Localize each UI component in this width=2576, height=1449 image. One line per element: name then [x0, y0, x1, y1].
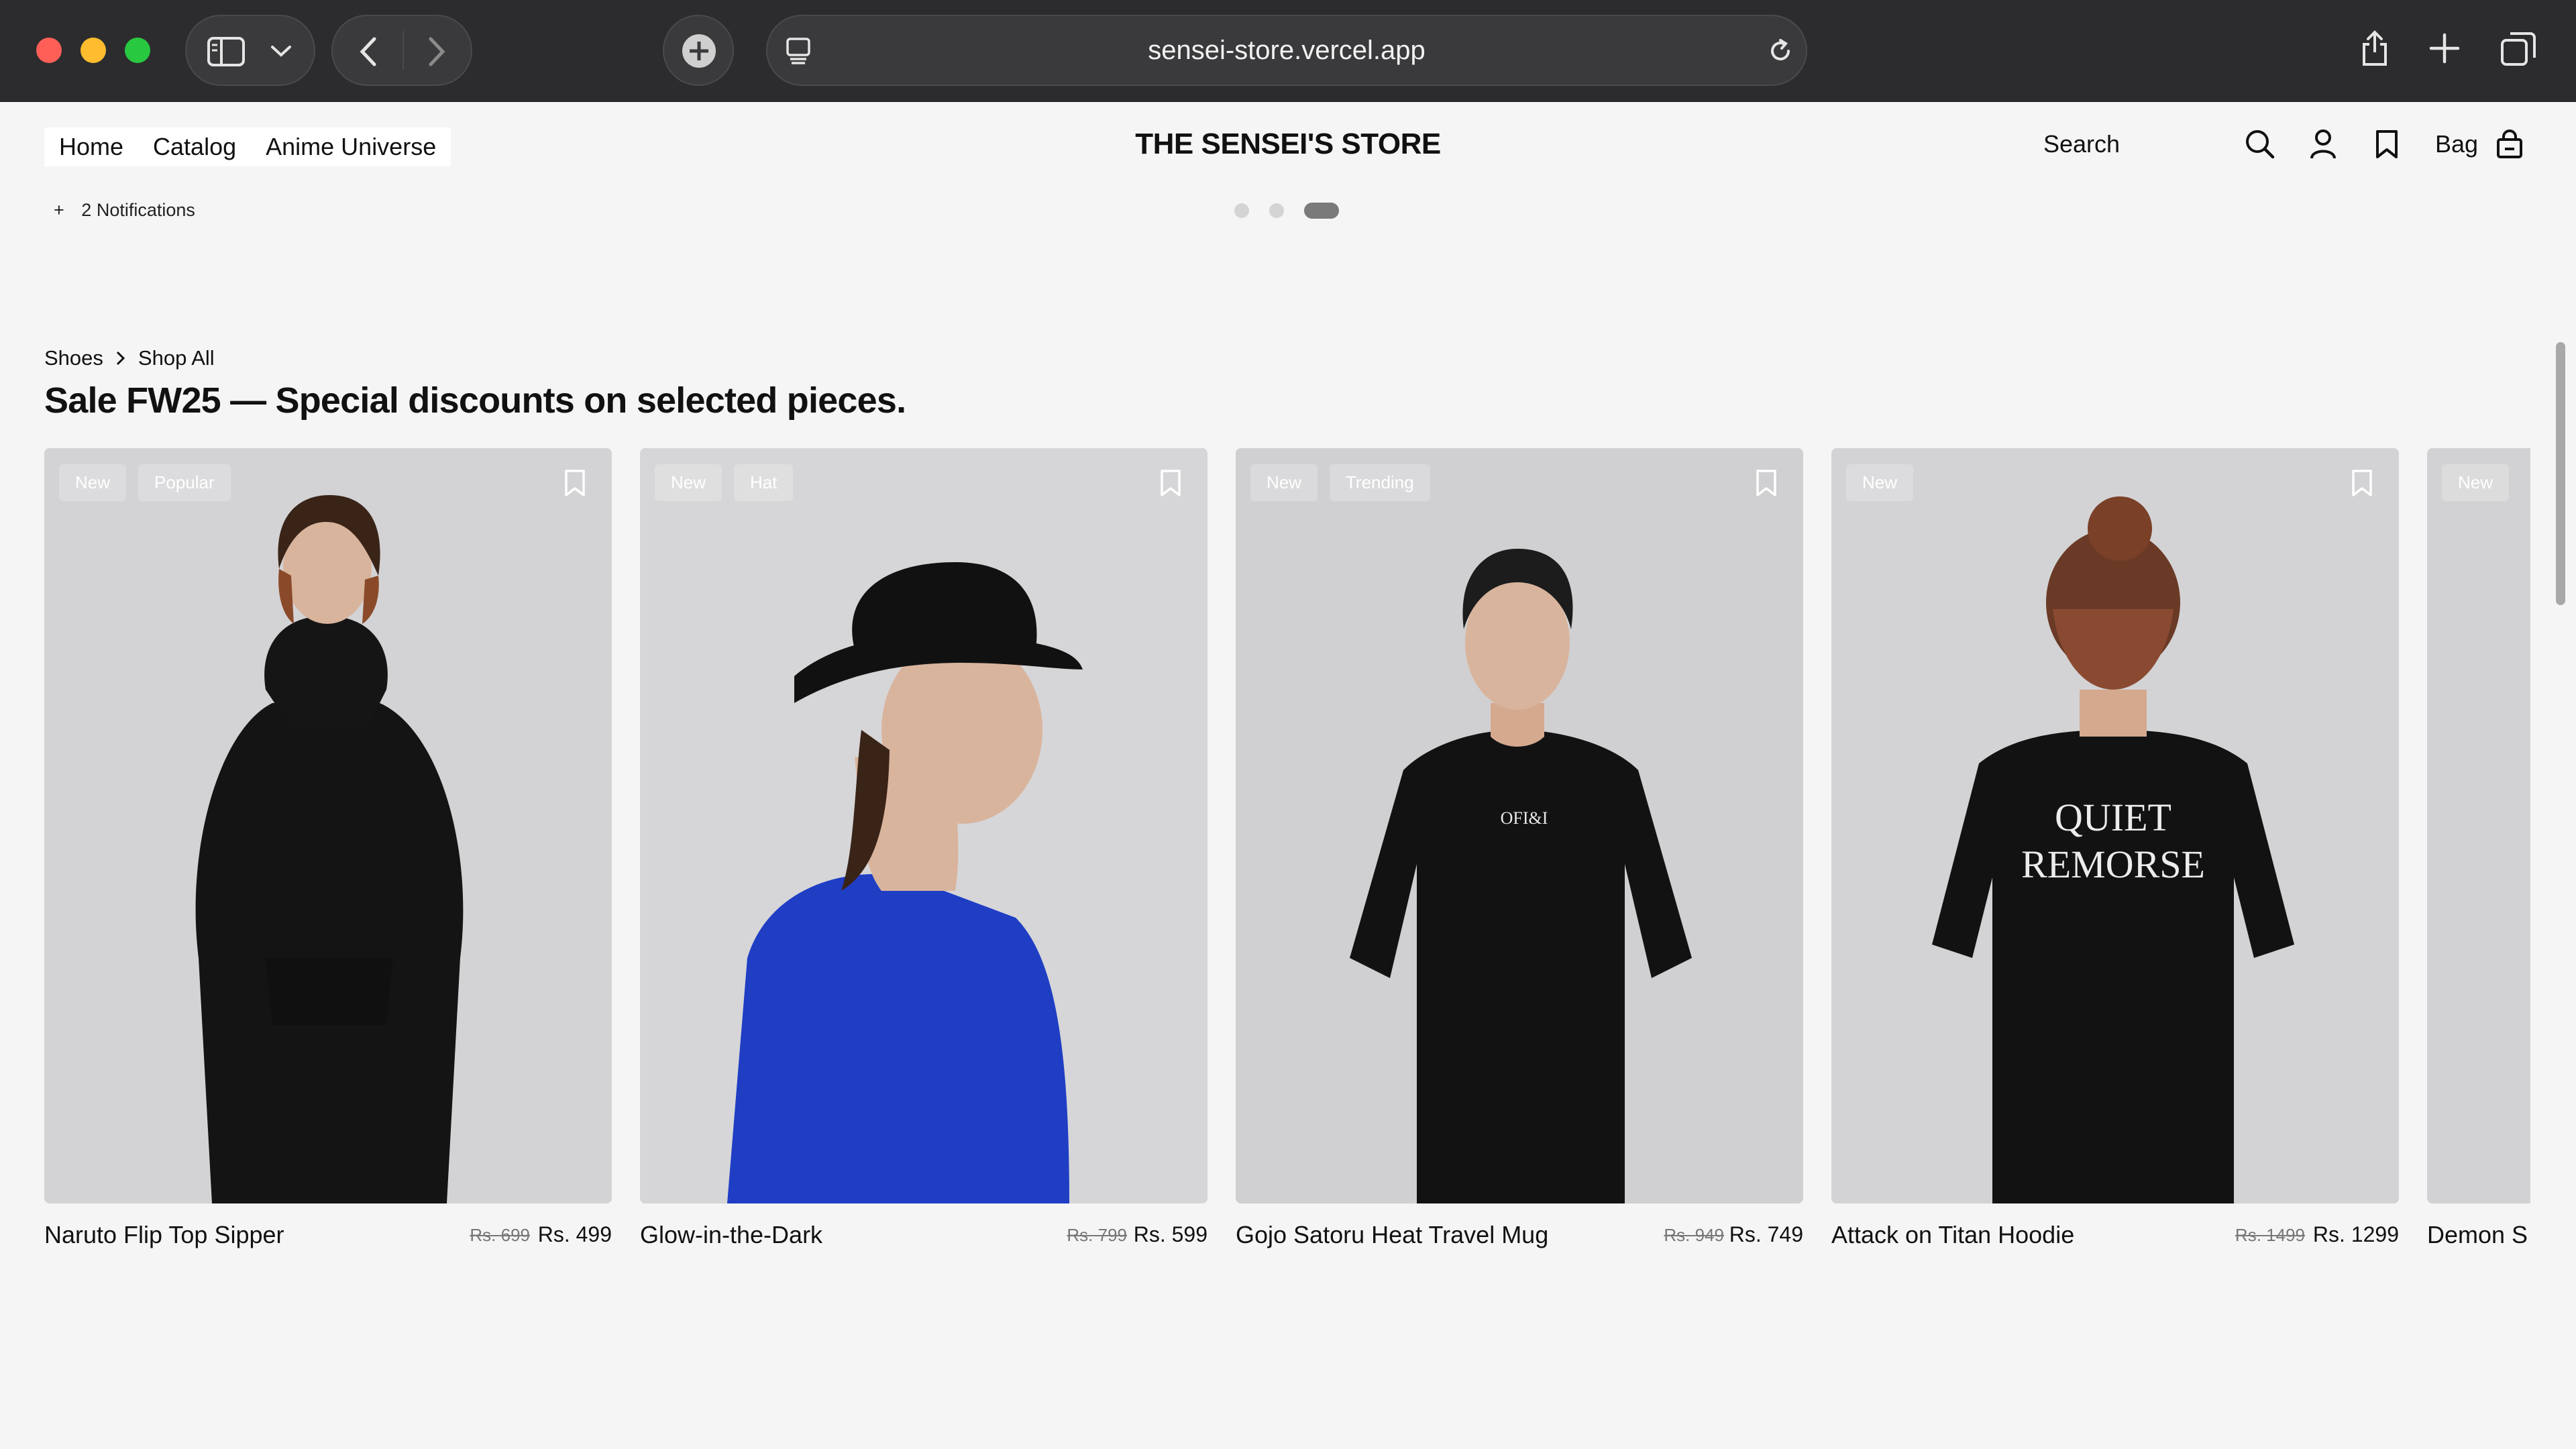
- product-old-price: Rs. 949: [1664, 1225, 1724, 1245]
- carousel-indicators: [1234, 203, 1339, 219]
- product-name[interactable]: Naruto Flip Top Sipper: [44, 1221, 284, 1249]
- product-info: Attack on Titan Hoodie Rs. 1499 Rs. 1299: [1831, 1203, 2399, 1257]
- minimize-window-button[interactable]: [80, 38, 106, 63]
- product-old-price: Rs. 1499: [2235, 1225, 2305, 1245]
- breadcrumb-shop-all[interactable]: Shop All: [138, 346, 215, 370]
- plus-icon: +: [54, 200, 64, 220]
- browser-toolbar: sensei-store.vercel.app: [0, 0, 2576, 102]
- bookmark-icon[interactable]: [2351, 468, 2373, 498]
- tab-overview-icon[interactable]: [2500, 31, 2537, 67]
- product-card[interactable]: New Hat Glow-in-the-Dark Rs. 799 Rs. 599: [640, 448, 1208, 1257]
- hat-model-photo: [640, 448, 1208, 1203]
- product-carousel: New Popular Naruto Flip Top Sipper Rs. 6…: [0, 448, 2530, 1267]
- notifications-toggle[interactable]: + 2 Notifications: [54, 200, 195, 221]
- user-icon[interactable]: [2309, 129, 2337, 160]
- new-tab-icon[interactable]: [2428, 32, 2461, 64]
- badge: Trending: [1330, 464, 1430, 501]
- product-badges: New Popular: [59, 464, 243, 501]
- bag-icon: [2497, 129, 2522, 158]
- badge: Popular: [138, 464, 231, 501]
- page-title: Sale FW25 — Special discounts on selecte…: [44, 380, 906, 421]
- product-name[interactable]: Gojo Satoru Heat Travel Mug: [1236, 1221, 1548, 1249]
- product-card[interactable]: New Popular Naruto Flip Top Sipper Rs. 6…: [44, 448, 612, 1257]
- carousel-dot-2[interactable]: [1269, 203, 1284, 218]
- product-card[interactable]: OFI&I New Trending Gojo Satoru Heat Trav…: [1236, 448, 1803, 1257]
- notifications-label: 2 Notifications: [81, 200, 195, 220]
- product-name[interactable]: Attack on Titan Hoodie: [1831, 1221, 2074, 1249]
- sidebar-icon: [207, 37, 245, 66]
- bookmark-icon[interactable]: [1755, 468, 1778, 498]
- product-card[interactable]: QUIET REMORSE New Attack on Titan Hoodie…: [1831, 448, 2399, 1257]
- tshirt-model-photo: OFI&I: [1236, 448, 1803, 1203]
- share-icon[interactable]: [2359, 30, 2391, 67]
- product-badges: New Hat: [655, 464, 805, 501]
- carousel-dot-3[interactable]: [1304, 203, 1339, 219]
- new-tab-group-button[interactable]: [663, 15, 734, 86]
- badge: New: [2442, 464, 2510, 501]
- address-bar[interactable]: sensei-store.vercel.app: [766, 15, 1807, 86]
- bookmark-icon[interactable]: [2375, 129, 2399, 160]
- product-info: Glow-in-the-Dark Rs. 799 Rs. 599: [640, 1203, 1208, 1257]
- product-price: Rs. 749: [1729, 1222, 1803, 1246]
- carousel-dot-1[interactable]: [1234, 203, 1249, 218]
- product-old-price: Rs. 799: [1067, 1225, 1127, 1245]
- product-price: Rs. 599: [1133, 1222, 1208, 1246]
- bag-label: Bag: [2435, 130, 2479, 158]
- reload-icon[interactable]: [1766, 36, 1795, 66]
- hoodie-model-photo: [44, 448, 612, 1203]
- chevron-right-icon: [116, 351, 125, 366]
- search-input[interactable]: Search: [2043, 130, 2120, 158]
- forward-arrow-icon[interactable]: [423, 36, 449, 67]
- badge: Hat: [734, 464, 794, 501]
- product-badges: New Trending: [1250, 464, 1442, 501]
- breadcrumb: Shoes Shop All: [44, 346, 215, 370]
- badge: New: [59, 464, 127, 501]
- product-image[interactable]: OFI&I New Trending: [1236, 448, 1803, 1203]
- svg-text:OFI&I: OFI&I: [1501, 808, 1548, 828]
- sidebar-toggle-group[interactable]: [185, 15, 315, 86]
- nav-divider: [402, 31, 404, 70]
- plus-circle-icon: [682, 34, 716, 68]
- product-old-price: Rs. 699: [470, 1225, 530, 1245]
- product-name[interactable]: Demon S: [2427, 1221, 2528, 1249]
- url-text: sensei-store.vercel.app: [1148, 36, 1426, 65]
- search-icon[interactable]: [2245, 129, 2275, 160]
- back-print-tshirt-photo: QUIET REMORSE: [1831, 448, 2399, 1203]
- badge: New: [1846, 464, 1914, 501]
- product-info: Naruto Flip Top Sipper Rs. 699 Rs. 499: [44, 1203, 612, 1257]
- product-info: Gojo Satoru Heat Travel Mug Rs. 949 Rs. …: [1236, 1203, 1803, 1257]
- product-badges: New: [2442, 464, 2521, 501]
- svg-text:QUIET: QUIET: [2055, 796, 2171, 839]
- bag-button[interactable]: Bag: [2435, 129, 2522, 158]
- back-arrow-icon[interactable]: [356, 36, 382, 67]
- page-scrollbar[interactable]: [2556, 342, 2565, 605]
- product-info: Demon S: [2427, 1203, 2530, 1257]
- history-nav-group: [331, 15, 472, 86]
- svg-text:REMORSE: REMORSE: [2021, 843, 2205, 886]
- product-badges: New: [1846, 464, 1925, 501]
- product-card[interactable]: New Demon S: [2427, 448, 2530, 1257]
- store-logo-title[interactable]: THE SENSEI'S STORE: [0, 127, 2576, 161]
- badge: New: [655, 464, 722, 501]
- close-window-button[interactable]: [36, 38, 62, 63]
- chevron-down-icon[interactable]: [270, 43, 292, 59]
- product-price: Rs. 499: [537, 1222, 612, 1246]
- bookmark-icon[interactable]: [1159, 468, 1182, 498]
- zoom-window-button[interactable]: [125, 38, 150, 63]
- product-name[interactable]: Glow-in-the-Dark: [640, 1221, 822, 1249]
- product-image[interactable]: New Hat: [640, 448, 1208, 1203]
- product-image[interactable]: New: [2427, 448, 2530, 1203]
- product-price: Rs. 1299: [2312, 1222, 2399, 1246]
- toolbar-actions: [2294, 0, 2576, 102]
- product-image[interactable]: QUIET REMORSE New: [1831, 448, 2399, 1203]
- bookmark-icon[interactable]: [564, 468, 586, 498]
- store-header: Home Catalog Anime Universe THE SENSEI'S…: [0, 102, 2576, 186]
- badge: New: [1250, 464, 1318, 501]
- product-image[interactable]: New Popular: [44, 448, 612, 1203]
- breadcrumb-shoes[interactable]: Shoes: [44, 346, 103, 370]
